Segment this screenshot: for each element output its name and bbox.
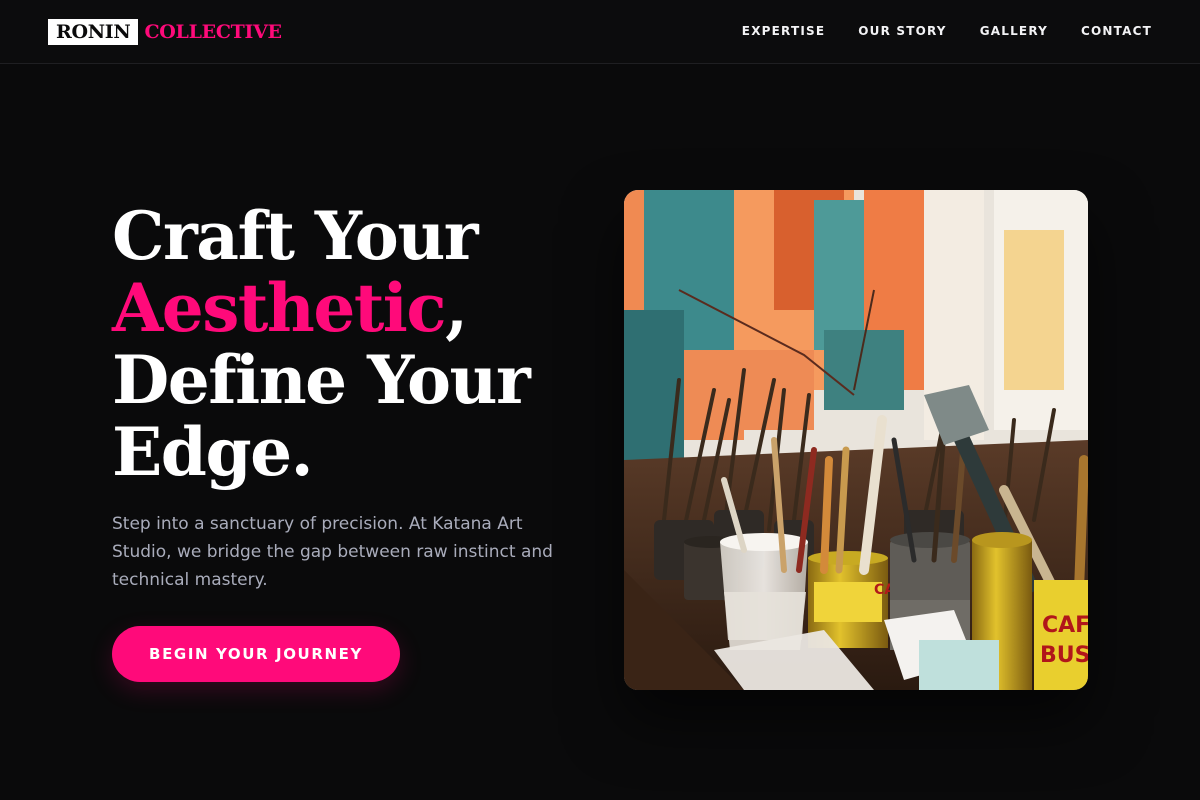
landing-page: RONIN COLLECTIVE EXPERTISE OUR STORY GAL… bbox=[0, 0, 1200, 800]
svg-text:BUST: BUST bbox=[1040, 643, 1088, 668]
nav-item-gallery[interactable]: GALLERY bbox=[980, 22, 1048, 40]
hero-headline-line-2: Aesthetic, bbox=[112, 272, 582, 344]
hero-headline-comma: , bbox=[445, 269, 468, 347]
begin-journey-button[interactable]: BEGIN YOUR JOURNEY bbox=[112, 626, 400, 682]
hero-image-studio-brushes: CA CAF BUS bbox=[624, 190, 1088, 690]
nav-item-contact[interactable]: CONTACT bbox=[1081, 22, 1152, 40]
hero-description: Step into a sanctuary of precision. At K… bbox=[112, 514, 553, 590]
brand-name-secondary: COLLECTIVE bbox=[144, 21, 282, 43]
nav-item-expertise[interactable]: EXPERTISE bbox=[742, 22, 825, 40]
hero-headline-line-3: Define Your bbox=[112, 341, 531, 419]
site-header: RONIN COLLECTIVE EXPERTISE OUR STORY GAL… bbox=[0, 0, 1200, 64]
hero-headline: Craft Your Aesthetic, Define Your Edge. bbox=[112, 200, 582, 488]
studio-brushes-illustration: CA CAF BUS bbox=[624, 190, 1088, 690]
hero-headline-line-4: Edge. bbox=[112, 413, 314, 491]
nav-item-our-story[interactable]: OUR STORY bbox=[858, 22, 946, 40]
svg-text:CAF: CAF bbox=[1042, 613, 1088, 638]
main-nav: EXPERTISE OUR STORY GALLERY CONTACT bbox=[742, 22, 1152, 40]
hero-headline-line-1: Craft Your bbox=[112, 197, 479, 275]
hero-headline-accent: Aesthetic bbox=[112, 269, 447, 347]
brand-logo[interactable]: RONIN COLLECTIVE bbox=[48, 18, 282, 46]
brand-name-primary: RONIN bbox=[48, 19, 139, 45]
